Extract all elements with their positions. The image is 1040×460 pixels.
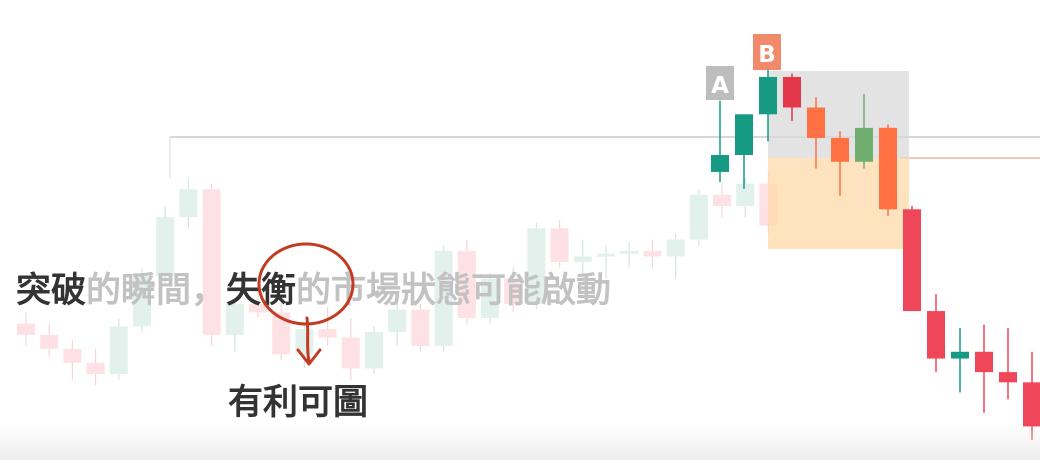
candle-13 xyxy=(1023,351,1040,440)
candle-3-body xyxy=(783,76,801,108)
candle-7-body xyxy=(879,127,897,210)
bg-candle-13 xyxy=(318,306,337,346)
bg-candle-31 xyxy=(736,178,755,218)
bg-candle-7 xyxy=(179,178,198,229)
label-a: A xyxy=(706,66,734,100)
candle-7 xyxy=(879,124,897,217)
bg-candle-2 xyxy=(63,340,82,380)
label-a-text: A xyxy=(711,73,729,99)
bg-candle-15 xyxy=(365,326,383,374)
candle-1 xyxy=(735,114,753,189)
caption-part-1: 突破 xyxy=(16,271,86,311)
candle-8-body xyxy=(903,209,921,312)
bg-candle-26 xyxy=(620,242,639,268)
caption-part-2: 的瞬間， xyxy=(86,271,226,311)
bg-candle-28 xyxy=(666,234,685,279)
bg-candle-3 xyxy=(86,348,105,386)
label-b-text: B xyxy=(758,42,776,68)
candle-5-body xyxy=(831,138,849,162)
candle-12 xyxy=(999,328,1017,400)
candle-9-body xyxy=(927,311,945,359)
candle-11 xyxy=(975,324,993,413)
caption-part-4: 的市場狀態可能啟動 xyxy=(296,271,611,311)
candle-0 xyxy=(711,100,729,183)
candle-11-body xyxy=(975,351,993,373)
candle-6-body xyxy=(855,127,873,162)
candle-10-body xyxy=(951,351,969,359)
bg-candle-4 xyxy=(109,318,128,380)
candle-2-body xyxy=(759,76,777,115)
bg-candle-0 xyxy=(17,312,35,346)
bg-candle-23 xyxy=(550,220,569,268)
annotation-text: 有利可圖 xyxy=(228,383,368,423)
bg-candle-8 xyxy=(202,183,221,346)
bg-candle-27 xyxy=(643,239,662,268)
candle-13-body xyxy=(1023,382,1040,427)
caption: 突破的瞬間，失衡的市場狀態可能啟動 xyxy=(16,271,611,311)
candle-4-body xyxy=(807,107,825,139)
bg-candle-29 xyxy=(689,189,708,246)
candle-8 xyxy=(903,205,921,312)
bg-candle-17 xyxy=(411,304,430,352)
bg-candle-14 xyxy=(341,318,360,380)
bg-candle-30 xyxy=(713,183,731,218)
label-b: B xyxy=(753,34,781,70)
candle-12-body xyxy=(999,372,1017,383)
candlestick-chart: A B 突破的瞬間，失衡的市場狀態可能啟動 有利可圖 xyxy=(16,34,1040,440)
candle-9 xyxy=(927,294,945,373)
candle-10 xyxy=(951,328,969,393)
candle-1-body xyxy=(735,114,753,155)
candle-0-body xyxy=(711,155,729,172)
bg-candle-1 xyxy=(40,323,59,358)
